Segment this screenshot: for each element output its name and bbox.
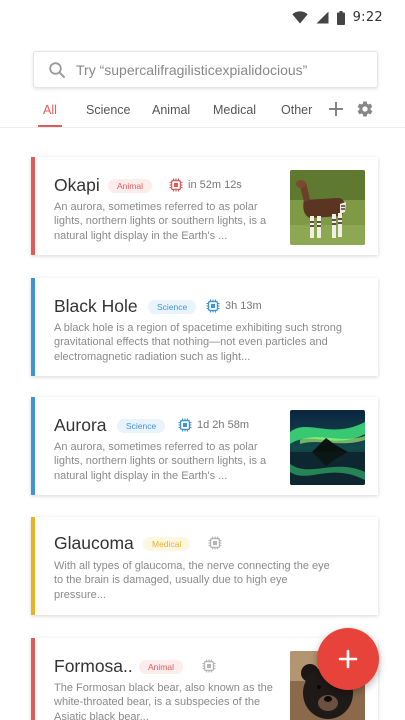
tab-science[interactable]: Science — [86, 103, 130, 117]
timer-icon — [208, 536, 222, 550]
gear-icon[interactable] — [356, 100, 374, 118]
search-icon — [49, 61, 65, 78]
status-bar: 9:22 — [0, 0, 405, 36]
category-badge: Medical — [143, 537, 191, 551]
category-badge: Animal — [139, 660, 183, 674]
timer-icon — [178, 418, 192, 432]
category-badge: Animal — [108, 179, 152, 193]
timer-text: in 52m 12s — [188, 179, 242, 191]
active-tab-indicator — [38, 125, 62, 127]
wifi-icon — [291, 11, 308, 24]
category-badge: Science — [148, 300, 197, 314]
timer-icon — [202, 659, 216, 673]
card-title: Formosa.. — [54, 656, 133, 676]
card-description: With all types of glaucoma, the nerve co… — [54, 560, 330, 601]
search-placeholder: Try “supercalifragilisticexpialidocious” — [76, 61, 308, 78]
plus-icon — [338, 649, 358, 669]
tab-animal[interactable]: Animal — [152, 103, 190, 117]
card-title: Glaucoma — [54, 533, 134, 553]
card-description: An aurora, sometimes referred to as pola… — [54, 441, 267, 482]
card-title: Okapi — [54, 175, 100, 195]
app-screen: 9:22 Try “supercalifragilisticexpialidoc… — [0, 0, 405, 720]
status-time: 9:22 — [352, 10, 383, 25]
card-title: Aurora — [54, 415, 107, 435]
card-black-hole[interactable]: Black Hole Science 3h 13m A black hole i… — [31, 278, 378, 376]
timer-icon — [169, 178, 183, 192]
card-description: The Formosan black bear, also known as t… — [54, 682, 273, 720]
card-description: An aurora, sometimes referred to as pola… — [54, 201, 267, 242]
okapi-thumbnail — [290, 170, 365, 245]
card-glaucoma[interactable]: Glaucoma Medical With all types of glauc… — [31, 517, 378, 615]
tab-other[interactable]: Other — [281, 103, 312, 117]
card-title: Black Hole — [54, 296, 138, 316]
card-description: A black hole is a region of spacetime ex… — [54, 322, 342, 363]
aurora-thumbnail — [290, 410, 365, 485]
category-badge: Science — [117, 419, 166, 433]
add-card-button[interactable] — [317, 628, 379, 690]
card-okapi[interactable]: Okapi Animal in 52m 12s An aurora, somet… — [31, 157, 378, 255]
tab-all[interactable]: All — [43, 103, 57, 117]
search-bar[interactable]: Try “supercalifragilisticexpialidocious” — [33, 51, 378, 88]
tab-medical[interactable]: Medical — [213, 103, 256, 117]
signal-icon — [316, 11, 329, 24]
timer-icon — [206, 299, 220, 313]
add-tab-icon[interactable] — [327, 100, 345, 118]
timer-text: 3h 13m — [225, 300, 262, 312]
card-aurora[interactable]: Aurora Science 1d 2h 58m An aurora, some… — [31, 397, 378, 495]
timer-text: 1d 2h 58m — [197, 419, 249, 431]
battery-icon — [336, 10, 345, 25]
